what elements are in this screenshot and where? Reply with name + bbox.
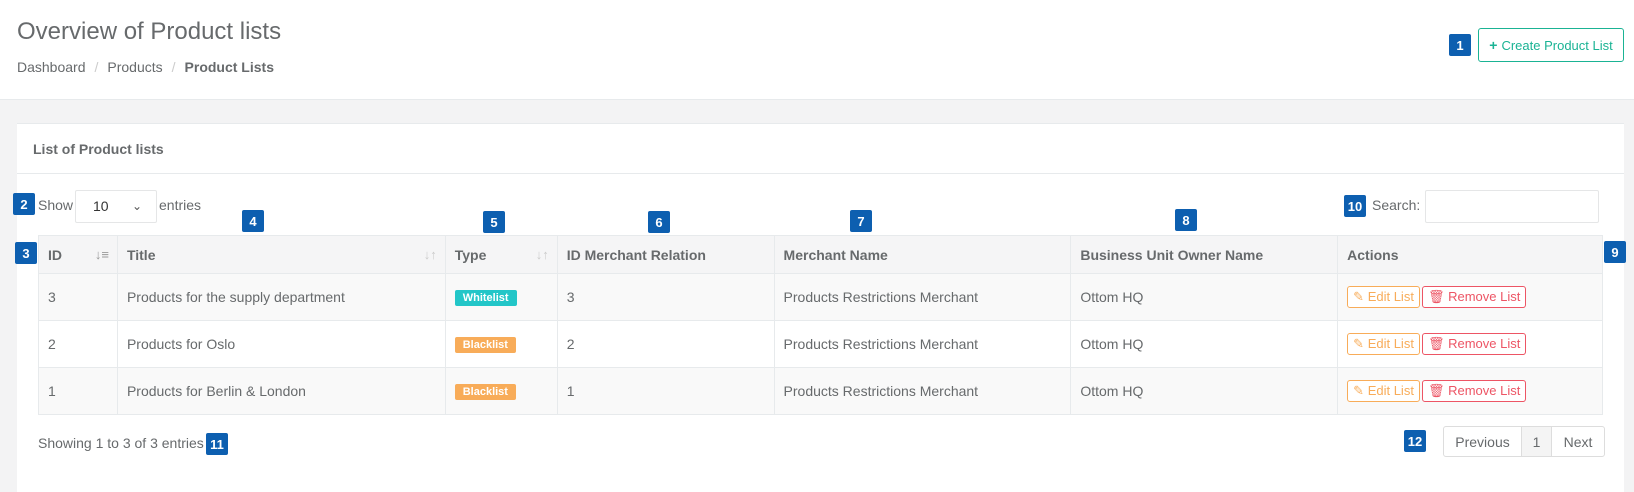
cell-merchant-name: Products Restrictions Merchant xyxy=(773,367,1072,415)
page-length-value: 10 xyxy=(93,198,109,214)
cell-type: Blacklist xyxy=(444,320,558,368)
create-button-label: Create Product List xyxy=(1501,37,1613,53)
cell-title: Products for the supply department xyxy=(116,273,446,321)
table-header-row: ID ↓≡ Title ↓↑ Type ↓↑ ID Merchant Relation… xyxy=(38,235,1603,274)
cell-merchant-relation: 1 xyxy=(556,367,775,415)
showing-entries-info: Showing 1 to 3 of 3 entries xyxy=(38,435,204,451)
edit-list-button[interactable]: ✎ Edit List xyxy=(1347,286,1420,308)
column-header-merchant-name: Merchant Name xyxy=(773,235,1072,274)
edit-icon: ✎ xyxy=(1353,336,1365,351)
cell-merchant-name: Products Restrictions Merchant xyxy=(773,273,1072,321)
annotation-marker: 11 xyxy=(206,433,228,455)
cell-type: Whitelist xyxy=(444,273,558,321)
page-heading: Overview of Product lists Dashboard / Pr… xyxy=(0,0,1634,100)
column-header-title[interactable]: Title ↓↑ xyxy=(116,235,446,274)
cell-merchant-relation: 2 xyxy=(556,320,775,368)
type-badge: Blacklist xyxy=(454,337,516,353)
cell-actions: ✎ Edit List 🗑 Remove List xyxy=(1337,273,1603,321)
annotation-marker: 6 xyxy=(648,211,670,233)
cell-id: 1 xyxy=(38,367,118,415)
cell-owner: Ottom HQ xyxy=(1070,320,1339,368)
breadcrumb-separator: / xyxy=(94,59,99,75)
plus-icon: + xyxy=(1489,37,1498,53)
remove-list-button[interactable]: 🗑 Remove List xyxy=(1421,333,1527,355)
breadcrumb-product-lists: Product Lists xyxy=(184,59,274,75)
annotation-marker: 2 xyxy=(13,193,35,215)
column-header-merchant-relation: ID Merchant Relation xyxy=(556,235,775,274)
sort-desc-icon: ↓≡ xyxy=(94,247,109,262)
type-badge: Blacklist xyxy=(454,384,516,400)
annotation-marker: 3 xyxy=(15,242,37,264)
column-header-id[interactable]: ID ↓≡ xyxy=(38,235,118,274)
cell-actions: ✎ Edit List 🗑 Remove List xyxy=(1337,320,1603,368)
search-input[interactable] xyxy=(1425,190,1599,223)
cell-actions: ✎ Edit List 🗑 Remove List xyxy=(1337,367,1603,415)
chevron-down-icon: ⌄ xyxy=(131,199,142,213)
trash-icon: 🗑 xyxy=(1427,336,1445,351)
next-page-button[interactable]: Next xyxy=(1552,427,1604,456)
page-length-select[interactable]: 10 ⌄ xyxy=(75,190,157,223)
entries-label: entries xyxy=(159,197,202,213)
breadcrumb-separator: / xyxy=(171,59,176,75)
table-row: 3 Products for the supply department Whi… xyxy=(38,273,1603,321)
annotation-marker: 8 xyxy=(1175,209,1197,231)
sort-icon: ↓↑ xyxy=(535,247,549,262)
page-title: Overview of Product lists xyxy=(17,18,282,45)
show-label: Show xyxy=(38,197,74,213)
panel-title: List of Product lists xyxy=(17,124,1624,174)
annotation-marker: 9 xyxy=(1604,241,1626,263)
breadcrumb-dashboard[interactable]: Dashboard xyxy=(17,59,86,75)
page-1-button[interactable]: 1 xyxy=(1522,427,1552,456)
annotation-marker: 5 xyxy=(483,211,505,233)
column-header-owner-name: Business Unit Owner Name xyxy=(1070,235,1339,274)
search-label: Search: xyxy=(1372,197,1421,213)
annotation-marker: 10 xyxy=(1344,195,1366,217)
breadcrumb-products[interactable]: Products xyxy=(107,59,162,75)
trash-icon: 🗑 xyxy=(1427,383,1445,398)
annotation-marker: 1 xyxy=(1449,34,1471,56)
edit-list-button[interactable]: ✎ Edit List xyxy=(1347,380,1420,402)
table-row: 2 Products for Oslo Blacklist 2 Products… xyxy=(38,320,1603,368)
remove-list-button[interactable]: 🗑 Remove List xyxy=(1421,286,1527,308)
cell-id: 2 xyxy=(38,320,118,368)
edit-icon: ✎ xyxy=(1353,383,1365,398)
breadcrumb: Dashboard / Products / Product Lists xyxy=(17,59,274,75)
cell-owner: Ottom HQ xyxy=(1070,273,1339,321)
annotation-marker: 12 xyxy=(1404,430,1426,452)
cell-title: Products for Oslo xyxy=(116,320,446,368)
column-header-type[interactable]: Type ↓↑ xyxy=(444,235,558,274)
cell-id: 3 xyxy=(38,273,118,321)
cell-owner: Ottom HQ xyxy=(1070,367,1339,415)
table-row: 1 Products for Berlin & London Blacklist… xyxy=(38,367,1603,415)
cell-merchant-relation: 3 xyxy=(556,273,775,321)
cell-title: Products for Berlin & London xyxy=(116,367,446,415)
annotation-marker: 4 xyxy=(242,210,264,232)
create-product-list-button[interactable]: + Create Product List xyxy=(1478,28,1624,62)
type-badge: Whitelist xyxy=(454,290,517,306)
edit-icon: ✎ xyxy=(1353,289,1365,304)
sort-icon: ↓↑ xyxy=(423,247,437,262)
pagination: Previous 1 Next xyxy=(1443,426,1605,457)
annotation-marker: 7 xyxy=(850,210,872,232)
product-lists-table: ID ↓≡ Title ↓↑ Type ↓↑ ID Merchant Relation… xyxy=(38,235,1603,415)
remove-list-button[interactable]: 🗑 Remove List xyxy=(1421,380,1527,402)
column-header-actions: Actions xyxy=(1337,235,1603,274)
trash-icon: 🗑 xyxy=(1427,289,1445,304)
edit-list-button[interactable]: ✎ Edit List xyxy=(1347,333,1420,355)
previous-page-button[interactable]: Previous xyxy=(1444,427,1522,456)
cell-merchant-name: Products Restrictions Merchant xyxy=(773,320,1072,368)
cell-type: Blacklist xyxy=(444,367,558,415)
